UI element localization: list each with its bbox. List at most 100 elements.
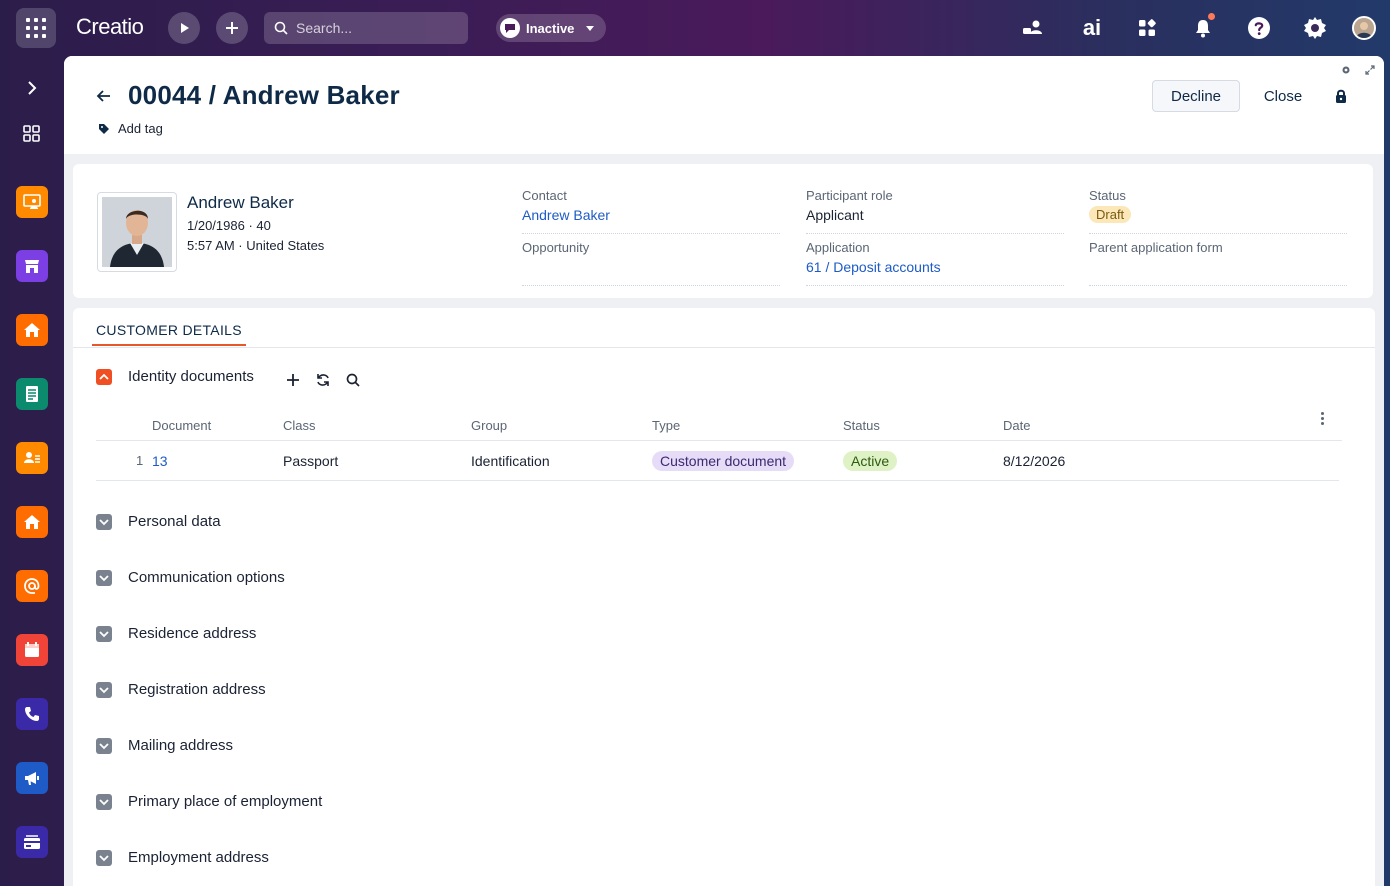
sidebar-item-5[interactable] bbox=[16, 442, 48, 474]
group-personal-data[interactable]: Personal data bbox=[96, 513, 221, 530]
column-group[interactable]: Group bbox=[471, 418, 507, 433]
apps-icon[interactable] bbox=[1135, 16, 1159, 40]
group-identity-documents[interactable]: Identity documents bbox=[96, 368, 254, 385]
chevron-down-icon[interactable] bbox=[96, 793, 112, 810]
application-label: Application bbox=[806, 240, 870, 255]
play-icon bbox=[181, 23, 189, 33]
more-vertical-icon[interactable] bbox=[1321, 412, 1325, 427]
help-icon[interactable] bbox=[1247, 16, 1271, 40]
group-mailing-address[interactable]: Mailing address bbox=[96, 737, 233, 754]
close-button[interactable]: Close bbox=[1250, 80, 1316, 112]
participant-role-label: Participant role bbox=[806, 188, 893, 203]
chevron-down-icon[interactable] bbox=[96, 513, 112, 530]
date-cell: 8/12/2026 bbox=[1003, 453, 1066, 469]
page-settings-icon[interactable] bbox=[1341, 62, 1351, 74]
bell-icon[interactable] bbox=[1191, 13, 1215, 40]
document-link[interactable]: 13 bbox=[152, 453, 168, 469]
group-residence-address[interactable]: Residence address bbox=[96, 625, 256, 642]
sidebar-item-10[interactable] bbox=[16, 762, 48, 794]
column-date[interactable]: Date bbox=[1003, 418, 1030, 433]
tag-icon bbox=[99, 123, 109, 134]
group-cell: Identification bbox=[471, 453, 550, 469]
add-tag-button[interactable]: Add tag bbox=[98, 121, 163, 136]
user-avatar[interactable] bbox=[1352, 16, 1376, 40]
user-status-label: Inactive bbox=[526, 20, 575, 36]
chevron-down-icon[interactable] bbox=[96, 681, 112, 698]
record-page: 00044 / Andrew Baker Add tag Decline Clo… bbox=[64, 56, 1384, 886]
sidebar-item-8[interactable] bbox=[16, 634, 48, 666]
chevron-right-icon bbox=[28, 81, 37, 95]
dashboard-icon[interactable] bbox=[22, 124, 42, 144]
app-logo[interactable]: Creatio bbox=[76, 14, 144, 40]
column-class[interactable]: Class bbox=[283, 418, 316, 433]
user-status-dropdown[interactable]: Inactive bbox=[496, 14, 606, 42]
run-process-button[interactable] bbox=[168, 12, 200, 44]
chat-bubble-icon bbox=[500, 18, 520, 38]
lock-icon[interactable] bbox=[1334, 88, 1350, 104]
opportunity-field[interactable]: Opportunity bbox=[522, 240, 780, 286]
table-row[interactable]: 1 13 Passport Identification Customer do… bbox=[96, 441, 1339, 481]
app-launcher-button[interactable] bbox=[16, 8, 56, 48]
group-employment-address[interactable]: Employment address bbox=[96, 849, 269, 866]
column-status[interactable]: Status bbox=[843, 418, 880, 433]
group-title: Mailing address bbox=[128, 737, 234, 754]
group-title: Registration address bbox=[128, 681, 266, 698]
form-icon bbox=[26, 386, 38, 402]
store-icon bbox=[25, 260, 39, 273]
group-communication-options[interactable]: Communication options bbox=[96, 569, 285, 586]
sidebar-item-6[interactable] bbox=[16, 506, 48, 538]
application-field: Application 61 / Deposit accounts bbox=[806, 240, 1064, 286]
sidebar-item-11[interactable] bbox=[16, 826, 48, 858]
add-icon[interactable] bbox=[283, 370, 303, 390]
sidebar-expand-button[interactable] bbox=[20, 76, 44, 100]
sidebar-item-3[interactable] bbox=[16, 314, 48, 346]
sidebar-item-2[interactable] bbox=[16, 250, 48, 282]
contact-card-icon bbox=[24, 452, 40, 463]
ai-assistant-icon[interactable]: ai bbox=[1078, 15, 1106, 40]
chevron-down-icon[interactable] bbox=[96, 625, 112, 642]
search-input[interactable] bbox=[296, 20, 456, 36]
profile-card: Andrew Baker 1/20/1986 · 40 5:57 AM · Un… bbox=[73, 164, 1373, 298]
contact-photo[interactable] bbox=[97, 192, 177, 272]
birth-date-age: 1/20/1986 · 40 bbox=[187, 218, 271, 233]
sidebar-item-1[interactable] bbox=[16, 186, 48, 218]
chevron-up-icon[interactable] bbox=[96, 368, 112, 385]
contact-link[interactable]: Andrew Baker bbox=[522, 207, 780, 223]
page-title: 00044 / Andrew Baker bbox=[128, 80, 400, 110]
decline-button[interactable]: Decline bbox=[1152, 80, 1240, 112]
tab-customer-details[interactable]: CUSTOMER DETAILS bbox=[96, 322, 242, 338]
documents-table-header: Document Class Group Type Status Date bbox=[96, 412, 1342, 441]
opportunity-label: Opportunity bbox=[522, 240, 590, 255]
participant-role-value[interactable]: Applicant bbox=[806, 207, 1064, 223]
group-registration-address[interactable]: Registration address bbox=[96, 681, 266, 698]
expand-icon[interactable] bbox=[1365, 62, 1375, 75]
chevron-down-icon[interactable] bbox=[96, 569, 112, 586]
active-tab-indicator bbox=[92, 344, 246, 346]
parent-application-field[interactable]: Parent application form bbox=[1089, 240, 1347, 286]
grid-icon bbox=[26, 18, 46, 38]
column-type[interactable]: Type bbox=[652, 418, 680, 433]
plus-icon bbox=[226, 22, 238, 34]
sidebar-item-7[interactable] bbox=[16, 570, 48, 602]
type-badge: Customer document bbox=[652, 451, 795, 471]
search-box[interactable] bbox=[264, 12, 468, 44]
application-link[interactable]: 61 / Deposit accounts bbox=[806, 259, 1064, 275]
search-icon[interactable] bbox=[343, 370, 363, 390]
chevron-down-icon[interactable] bbox=[96, 737, 112, 754]
calendar-icon bbox=[25, 642, 39, 657]
back-button[interactable] bbox=[96, 88, 112, 104]
column-document[interactable]: Document bbox=[152, 418, 211, 433]
credit-card-icon bbox=[24, 835, 40, 849]
sidebar-item-4[interactable] bbox=[16, 378, 48, 410]
search-icon bbox=[274, 21, 288, 35]
phone-icon bbox=[25, 707, 39, 721]
refresh-icon[interactable] bbox=[313, 370, 333, 390]
chevron-down-icon[interactable] bbox=[96, 849, 112, 866]
sidebar-item-9[interactable] bbox=[16, 698, 48, 730]
gear-icon[interactable] bbox=[1303, 16, 1327, 40]
chat-icon[interactable] bbox=[1021, 16, 1045, 40]
group-primary-employment[interactable]: Primary place of employment bbox=[96, 793, 322, 810]
participant-role-field[interactable]: Participant role Applicant bbox=[806, 188, 1064, 234]
create-button[interactable] bbox=[216, 12, 248, 44]
status-label: Status bbox=[1089, 188, 1126, 203]
